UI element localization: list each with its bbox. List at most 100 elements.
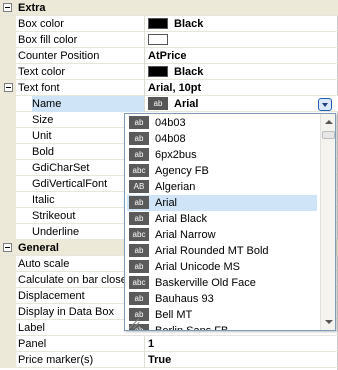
font-list-item[interactable]: abc Arial Narrow: [127, 227, 317, 243]
property-name: Box fill color: [18, 34, 78, 46]
property-name: Text color: [18, 66, 66, 78]
row-gutter: [0, 96, 16, 112]
row-gutter: [0, 128, 16, 144]
property-name: Counter Position: [18, 50, 100, 62]
font-list-item[interactable]: ab 04b03: [127, 115, 317, 131]
font-name-editor[interactable]: ab Arial: [148, 96, 198, 112]
property-value[interactable]: AtPrice: [148, 48, 187, 64]
font-name: Arial Rounded MT Bold: [155, 245, 269, 257]
font-name: Arial Black: [155, 213, 207, 225]
property-row-counter-position[interactable]: Counter Position AtPrice: [0, 48, 338, 64]
row-gutter: [0, 48, 16, 64]
font-list-item[interactable]: ab Berlin Sans FB: [127, 323, 317, 331]
row-gutter: [0, 64, 16, 80]
font-name: Bell MT: [155, 309, 193, 321]
category-label: Extra: [18, 2, 46, 14]
property-value[interactable]: 1: [148, 336, 154, 352]
font-preview-icon: ab: [129, 195, 149, 209]
font-preview-icon: abc: [129, 227, 149, 241]
font-list-item[interactable]: AB Algerian: [127, 179, 317, 195]
column-divider: [144, 96, 145, 112]
property-name: Price marker(s): [18, 354, 94, 366]
column-divider: [144, 336, 145, 352]
property-value[interactable]: Arial, 10pt: [148, 80, 201, 96]
property-value[interactable]: Black: [148, 16, 203, 32]
column-divider: [144, 352, 145, 368]
scroll-thumb[interactable]: [322, 131, 335, 139]
scroll-up-icon[interactable]: [322, 115, 335, 129]
column-divider: [144, 48, 145, 64]
property-grid: Extra Box color Black Box fill color Cou…: [0, 0, 338, 370]
font-name: 04b08: [155, 133, 186, 145]
property-value[interactable]: True: [148, 352, 171, 368]
font-name: Arial Unicode MS: [155, 261, 240, 273]
resize-grip-icon[interactable]: [127, 316, 141, 329]
row-gutter: [0, 256, 16, 272]
row-gutter: [0, 272, 16, 288]
color-swatch: [148, 65, 168, 77]
font-preview-icon: ab: [129, 131, 149, 145]
font-name: Arial Narrow: [155, 229, 216, 241]
property-row-name[interactable]: Name ab Arial: [0, 96, 338, 112]
font-preview-icon: ab: [129, 147, 149, 161]
property-row-box-fill-color[interactable]: Box fill color: [0, 32, 338, 48]
row-gutter: [0, 176, 16, 192]
property-row-text-font[interactable]: Text font Arial, 10pt: [0, 80, 338, 96]
font-list-item[interactable]: ab Arial Rounded MT Bold: [127, 243, 317, 259]
font-list-item[interactable]: ab 6px2bus: [127, 147, 317, 163]
dropdown-scrollbar[interactable]: [320, 114, 335, 330]
font-list-item[interactable]: ab Arial Unicode MS: [127, 259, 317, 275]
property-row-text-color[interactable]: Text color Black: [0, 64, 338, 80]
property-row-box-color[interactable]: Box color Black: [0, 16, 338, 32]
font-name-value: Arial: [174, 98, 199, 110]
font-list-item[interactable]: abc Baskerville Old Face: [127, 275, 317, 291]
font-name: Baskerville Old Face: [155, 277, 256, 289]
collapse-toggle-icon[interactable]: [3, 3, 12, 12]
row-gutter: [0, 304, 16, 320]
font-name: 6px2bus: [155, 149, 197, 161]
font-list-item[interactable]: ab Bell MT: [127, 307, 317, 323]
property-row-panel[interactable]: Panel 1: [0, 336, 338, 352]
property-value[interactable]: Black: [148, 64, 203, 80]
font-name: Algerian: [155, 181, 196, 193]
font-list-item[interactable]: ab 04b08: [127, 131, 317, 147]
font-preview-icon: ab: [129, 211, 149, 225]
row-gutter: [0, 192, 16, 208]
property-name: Text font: [18, 82, 60, 94]
font-preview-icon: AB: [129, 179, 149, 193]
property-row-price-markers[interactable]: Price marker(s) True: [0, 352, 338, 368]
font-list-item[interactable]: ab Arial Black: [127, 211, 317, 227]
row-gutter: [0, 144, 16, 160]
font-name: Arial: [155, 197, 178, 209]
row-gutter: [0, 160, 16, 176]
font-dropdown-list[interactable]: ab 04b03 ab 04b08 ab 6px2bus abc Agency FB AB Alg…: [124, 113, 336, 331]
property-name: Box color: [18, 18, 64, 30]
row-gutter: [0, 352, 16, 368]
font-list-item[interactable]: ab Arial: [127, 195, 317, 211]
font-list-item[interactable]: abc Agency FB: [127, 163, 317, 179]
font-list-item[interactable]: ab Bauhaus 93: [127, 291, 317, 307]
row-gutter: [0, 208, 16, 224]
property-value[interactable]: [148, 32, 174, 48]
category-extra[interactable]: Extra: [0, 0, 338, 16]
row-gutter: [0, 32, 16, 48]
collapse-toggle-icon[interactable]: [3, 243, 12, 252]
row-gutter: [0, 336, 16, 352]
font-preview-icon: abc: [129, 163, 149, 177]
font-preview-icon: abc: [129, 275, 149, 289]
font-preview-icon: ab: [148, 96, 168, 110]
property-name: Panel: [18, 338, 47, 350]
row-gutter: [0, 112, 16, 128]
column-divider: [144, 32, 145, 48]
font-preview-icon: ab: [129, 115, 149, 129]
color-name: Black: [174, 18, 204, 30]
font-dropdown-button[interactable]: [318, 98, 332, 111]
property-name: Name: [32, 96, 144, 112]
font-name: Berlin Sans FB: [155, 325, 229, 331]
font-preview-icon: ab: [129, 291, 149, 305]
color-swatch: [148, 17, 168, 29]
color-name: Black: [174, 66, 204, 78]
scroll-down-icon[interactable]: [322, 315, 335, 329]
font-name: Bauhaus 93: [155, 293, 214, 305]
collapse-toggle-icon[interactable]: [4, 83, 13, 92]
